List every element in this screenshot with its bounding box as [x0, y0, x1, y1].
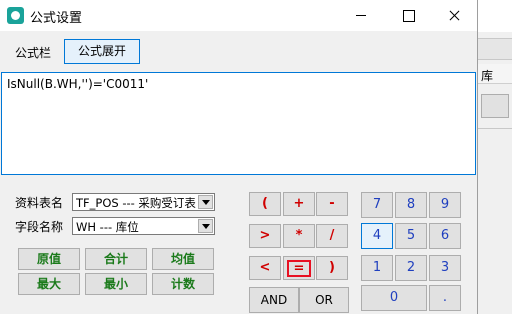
chevron-down-icon[interactable] [198, 219, 213, 233]
title-bar: 公式设置 [0, 0, 477, 31]
digit-3-button[interactable]: 3 [429, 255, 461, 281]
background-window: 库 [476, 0, 512, 314]
minimize-icon[interactable] [338, 0, 384, 31]
minus-button[interactable]: - [316, 192, 348, 216]
background-window-titlebar [477, 0, 512, 32]
background-column-header: 库 [477, 64, 512, 84]
and-button[interactable]: AND [249, 287, 299, 313]
field-name-value: WH --- 库位 [76, 220, 139, 234]
formula-textarea[interactable]: IsNull(B.WH,'')='C0011' [1, 72, 476, 175]
formula-settings-dialog: 公式设置 公式栏 公式展开 IsNull(B.WH,'')='C0011' 资料… [0, 0, 478, 314]
formula-text: IsNull(B.WH,'')='C0011' [7, 77, 149, 91]
digit-8-button[interactable]: 8 [395, 192, 427, 218]
or-button[interactable]: OR [299, 287, 349, 313]
table-name-value: TF_POS --- 采购受订表 [76, 196, 196, 210]
min-button[interactable]: 最小 [85, 273, 147, 295]
digit-4-button[interactable]: 4 [361, 223, 393, 249]
field-name-select[interactable]: WH --- 库位 [72, 217, 215, 235]
decimal-point-button[interactable]: . [429, 285, 461, 311]
background-window-toolbar [477, 38, 512, 60]
digit-1-button[interactable]: 1 [361, 255, 393, 281]
plus-button[interactable]: + [283, 192, 315, 216]
maximize-icon[interactable] [385, 0, 431, 31]
digit-2-button[interactable]: 2 [395, 255, 427, 281]
window-title: 公式设置 [30, 11, 83, 26]
digit-7-button[interactable]: 7 [361, 192, 393, 218]
close-icon[interactable] [431, 0, 477, 31]
chevron-down-icon[interactable] [198, 195, 213, 209]
right-paren-button[interactable]: ) [316, 256, 348, 280]
background-column-header-label: 库 [481, 69, 494, 83]
count-button[interactable]: 计数 [152, 273, 214, 295]
formula-bar-label: 公式栏 [15, 46, 52, 60]
digit-0-button[interactable]: 0 [361, 285, 427, 311]
greater-than-button[interactable]: > [249, 224, 281, 248]
digit-5-button[interactable]: 5 [395, 223, 427, 249]
average-button[interactable]: 均值 [152, 248, 214, 270]
table-name-label: 资料表名 [15, 196, 64, 210]
table-name-select[interactable]: TF_POS --- 采购受订表 [72, 193, 215, 211]
multiply-button[interactable]: * [283, 224, 315, 248]
digit-9-button[interactable]: 9 [429, 192, 461, 218]
background-panel [477, 128, 512, 314]
formula-expand-button[interactable]: 公式展开 [64, 39, 140, 64]
equals-label: = [287, 260, 311, 277]
background-button[interactable] [481, 94, 509, 118]
max-button[interactable]: 最大 [18, 273, 80, 295]
less-than-button[interactable]: < [249, 256, 281, 280]
left-paren-button[interactable]: ( [249, 192, 281, 216]
divide-button[interactable]: / [316, 224, 348, 248]
original-value-button[interactable]: 原值 [18, 248, 80, 270]
sum-button[interactable]: 合计 [85, 248, 147, 270]
digit-6-button[interactable]: 6 [429, 223, 461, 249]
app-icon [7, 7, 24, 24]
equals-button[interactable]: = [283, 256, 315, 280]
field-name-label: 字段名称 [15, 220, 64, 234]
